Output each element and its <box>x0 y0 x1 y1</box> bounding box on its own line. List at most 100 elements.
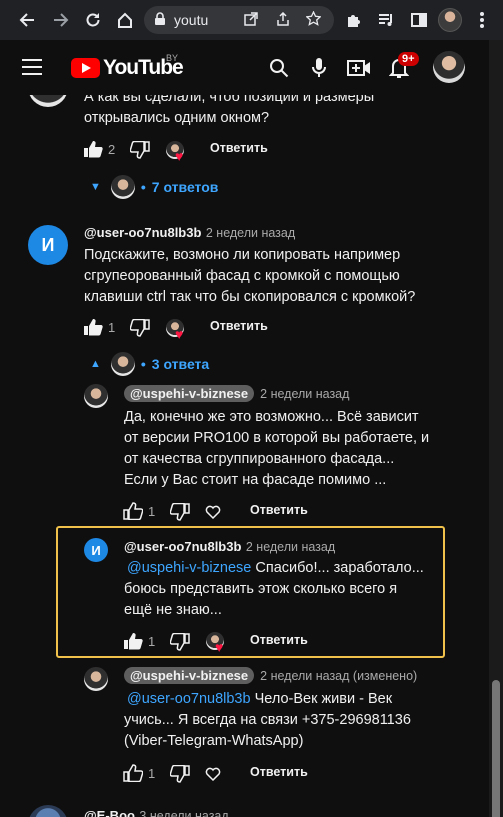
create-video-icon[interactable] <box>345 54 373 82</box>
dislike-button[interactable] <box>169 763 191 785</box>
mention-link[interactable]: @uspehi-v-biznese <box>127 560 251 576</box>
youtube-header: YouTube BY 9+ <box>0 40 503 95</box>
account-avatar[interactable] <box>433 51 465 83</box>
reply-header: @uspehi-v-biznese 2 недели назад (измене… <box>124 667 417 684</box>
back-arrow-icon[interactable] <box>12 5 42 35</box>
reply-time[interactable]: 2 недели назад <box>246 540 335 554</box>
reply-text-line: Если у Вас стоит на фасаде помимо ... <box>124 472 387 488</box>
comment-header: @E-Boo 3 недели назад <box>84 807 229 817</box>
bookmark-star-icon[interactable] <box>305 10 322 29</box>
region-code: BY <box>166 53 179 63</box>
hamburger-menu-icon[interactable] <box>22 59 42 75</box>
dislike-button[interactable] <box>169 501 191 523</box>
creator-author-chip[interactable]: @uspehi-v-biznese <box>124 667 255 684</box>
reply-text-line: боюсь представить этож сколько всего я <box>124 581 398 597</box>
reply-text-line: от качества сгруппированного фасада... <box>124 451 395 467</box>
comment-header: @user-oo7nu8lb3b 2 недели назад <box>84 224 295 242</box>
reply-author[interactable]: @user-oo7nu8lb3b <box>124 539 241 554</box>
replies-toggle[interactable]: ▼ • 7 ответов <box>90 175 218 199</box>
comment-text-line: клавиши ctrl так что бы скопировался с к… <box>84 289 416 305</box>
like-button[interactable] <box>122 630 144 652</box>
comment-text-line: А как вы сделали, чтоб позиции и размеры <box>84 95 375 105</box>
reply-text-line: @user-oo7nu8lb3b Чело-Век живи - Век <box>124 689 464 710</box>
reply-time[interactable]: 2 недели назад <box>260 387 349 401</box>
home-icon[interactable] <box>110 5 140 35</box>
creator-heart-icon: ♥ <box>206 632 228 654</box>
dislike-button[interactable] <box>129 317 151 339</box>
menu-kebab-icon[interactable] <box>467 5 497 35</box>
replies-count-label: 3 ответа <box>151 356 210 372</box>
creator-author-chip[interactable]: @uspehi-v-biznese <box>124 385 255 402</box>
like-button[interactable] <box>122 500 144 522</box>
open-in-new-icon[interactable] <box>244 11 258 29</box>
reply-button[interactable]: Ответить <box>250 633 308 647</box>
comment-text-line: открывались одним окном? <box>84 110 270 126</box>
scrollbar-thumb[interactable] <box>492 680 500 817</box>
reply-author-avatar[interactable] <box>84 667 108 691</box>
like-count: 1 <box>148 504 156 519</box>
reply-text-line: Да, конечно же это возможно... Всё завис… <box>124 409 419 425</box>
reply-text-line: от версии PRO100 в которой вы работаете,… <box>124 430 430 446</box>
comment-text-line: сгрупеорованный фасад с кромкой с помощь… <box>84 268 400 284</box>
reply-text-line: (Viber-Telegram-WhatsApp) <box>124 733 304 749</box>
reply-text-fragment: Чело-Век живи - Век <box>254 691 393 707</box>
comment-text: А как вы сделали, чтоб позиции и размеры… <box>84 95 464 129</box>
mention-link[interactable]: @user-oo7nu8lb3b <box>127 691 251 707</box>
comments-section: А как вы сделали, чтоб позиции и размеры… <box>0 95 489 817</box>
dislike-button[interactable] <box>129 139 151 161</box>
like-count: 2 <box>108 142 116 157</box>
like-button[interactable] <box>82 316 104 338</box>
comment-text: Подскажите, возмоно ли копировать наприм… <box>84 245 474 308</box>
address-bar[interactable]: youtu <box>144 6 334 34</box>
profile-avatar[interactable] <box>438 8 462 32</box>
notifications-badge: 9+ <box>398 52 419 66</box>
reload-icon[interactable] <box>78 5 108 35</box>
forward-arrow-icon[interactable] <box>46 5 76 35</box>
reply-text-line: учись... Я всегда на связи +375-29698113… <box>124 712 411 728</box>
reply-text-line: @uspehi-v-biznese Спасибо!... заработало… <box>124 558 434 579</box>
reply-button[interactable]: Ответить <box>250 503 308 517</box>
commenter-avatar[interactable] <box>28 805 68 817</box>
reply-text: Да, конечно же это возможно... Всё завис… <box>124 407 464 491</box>
page-scrollbar[interactable] <box>489 40 503 817</box>
replies-dot: • <box>140 356 146 372</box>
creator-avatar <box>110 175 135 199</box>
side-panel-icon[interactable] <box>404 5 434 35</box>
comment-author[interactable]: @user-oo7nu8lb3b <box>84 225 201 240</box>
heart-outline-icon[interactable] <box>203 501 223 521</box>
commenter-avatar[interactable] <box>28 95 68 107</box>
like-button[interactable] <box>122 762 144 784</box>
extensions-puzzle-icon[interactable] <box>339 5 369 35</box>
lock-icon <box>154 11 166 29</box>
like-count: 1 <box>148 634 156 649</box>
reply-text-line: ещё не знаю... <box>124 602 222 618</box>
caret-down-icon: ▼ <box>90 181 101 193</box>
media-queue-icon[interactable] <box>371 5 401 35</box>
youtube-play-icon <box>71 58 100 78</box>
reply-button[interactable]: Ответить <box>210 319 268 333</box>
replies-count-label: 7 ответов <box>151 179 219 195</box>
like-count: 1 <box>108 320 116 335</box>
comment-time[interactable]: 3 недели назад <box>139 809 228 817</box>
dislike-button[interactable] <box>169 631 191 653</box>
reply-text: @user-oo7nu8lb3b Чело-Век живи - Век учи… <box>124 689 464 752</box>
heart-outline-icon[interactable] <box>203 763 223 783</box>
like-count: 1 <box>148 766 156 781</box>
reply-author-avatar[interactable] <box>84 384 108 408</box>
search-icon[interactable] <box>265 54 293 82</box>
reply-time[interactable]: 2 недели назад (изменено) <box>260 669 417 683</box>
share-icon[interactable] <box>276 11 290 29</box>
reply-button[interactable]: Ответить <box>210 141 268 155</box>
reply-header: @uspehi-v-biznese 2 недели назад <box>124 385 349 402</box>
reply-text: @uspehi-v-biznese Спасибо!... заработало… <box>124 558 434 621</box>
reply-button[interactable]: Ответить <box>250 765 308 779</box>
reply-author-avatar[interactable]: И <box>84 538 108 562</box>
commenter-avatar[interactable]: И <box>28 225 68 265</box>
replies-toggle[interactable]: ▲ • 3 ответа <box>90 352 209 376</box>
like-button[interactable] <box>82 138 104 160</box>
creator-heart-icon: ♥ <box>166 141 188 163</box>
comment-author[interactable]: @E-Boo <box>84 808 135 817</box>
creator-heart-icon: ♥ <box>166 319 188 341</box>
microphone-icon[interactable] <box>305 54 333 82</box>
comment-time[interactable]: 2 недели назад <box>206 226 295 240</box>
